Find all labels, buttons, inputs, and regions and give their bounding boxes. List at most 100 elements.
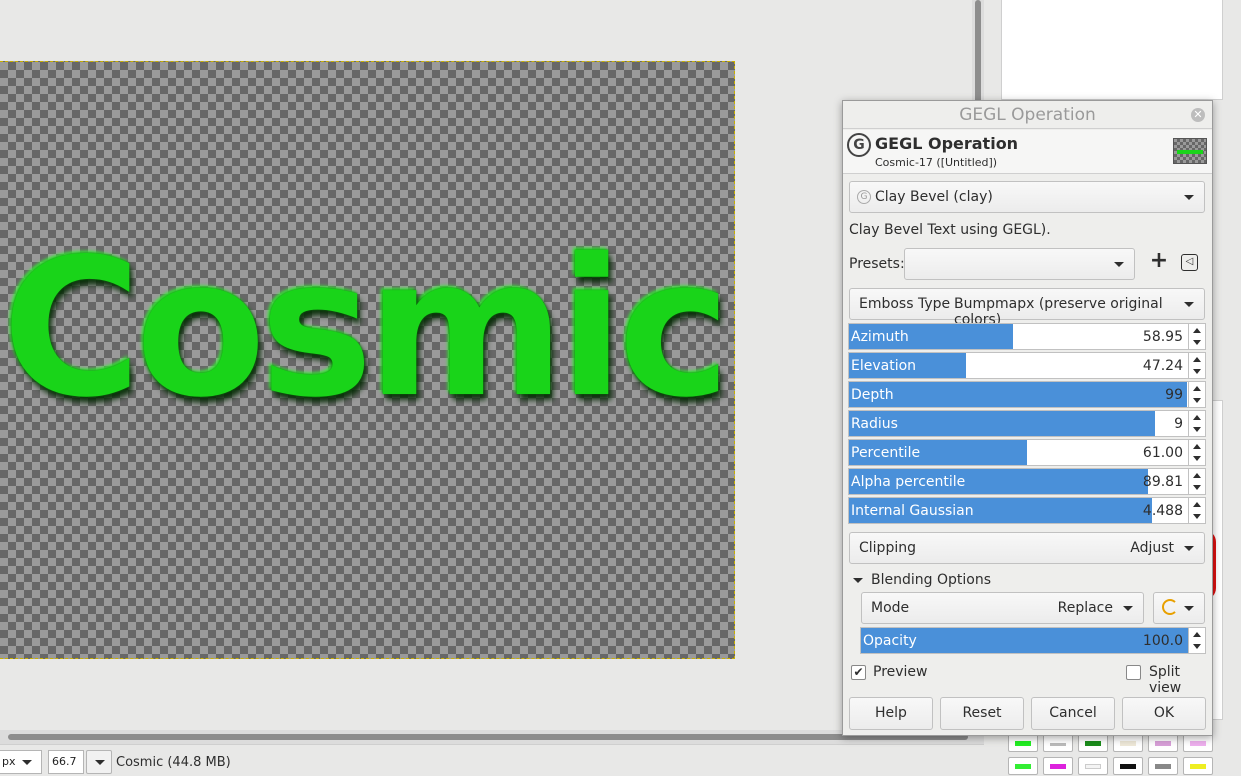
clipping-label: Clipping (859, 540, 916, 556)
help-button[interactable]: Help (849, 697, 933, 730)
param-spinscale-elevation[interactable]: Elevation 47.24 (848, 352, 1206, 379)
opacity-label: Opacity (863, 633, 917, 649)
param-spinscale-alpha-percentile[interactable]: Alpha percentile 89.81 (848, 468, 1206, 495)
opacity-value: 100.0 (1142, 633, 1183, 649)
composite-mode-button[interactable] (1153, 592, 1205, 624)
dialog-titlebar[interactable]: GEGL Operation ✕ (843, 101, 1212, 129)
chevron-down-icon (1184, 195, 1194, 200)
preview-label: Preview (873, 664, 928, 680)
zoom-dropdown-button[interactable] (86, 750, 112, 774)
param-spinscale-internal-gaussian[interactable]: Internal Gaussian 4.488 (848, 497, 1206, 524)
clipping-value: Adjust (1130, 540, 1174, 556)
emboss-type-label: Emboss Type (859, 296, 951, 312)
blending-options-label: Blending Options (871, 572, 991, 588)
clipping-select[interactable]: Clipping Adjust (849, 532, 1205, 564)
brush-swatch[interactable] (1043, 757, 1073, 775)
param-value: 89.81 (1142, 474, 1183, 490)
dialog-header: G GEGL Operation Cosmic-17 ([Untitled]) (843, 130, 1212, 174)
reset-button[interactable]: Reset (940, 697, 1024, 730)
brush-swatch[interactable] (1008, 734, 1038, 752)
param-value: 4.488 (1142, 503, 1183, 519)
param-label: Radius (851, 416, 898, 432)
blending-options-expander[interactable]: Blending Options (853, 572, 991, 588)
brush-swatch[interactable] (1183, 757, 1213, 775)
blend-mode-value: Replace (1057, 600, 1113, 616)
brush-swatch[interactable] (1078, 757, 1108, 775)
param-label: Percentile (851, 445, 921, 461)
add-preset-icon[interactable]: + (1148, 250, 1170, 273)
param-value: 58.95 (1142, 329, 1183, 345)
ok-button[interactable]: OK (1122, 697, 1206, 730)
param-label: Depth (851, 387, 894, 403)
param-value: 9 (1174, 416, 1183, 432)
param-stepper[interactable] (1188, 353, 1205, 378)
image-canvas[interactable]: Cosmic (0, 61, 735, 659)
brush-swatch[interactable] (1183, 734, 1213, 752)
composite-icon (1162, 599, 1178, 615)
blend-mode-select[interactable]: Mode Replace (861, 592, 1144, 624)
param-spinscale-azimuth[interactable]: Azimuth 58.95 (848, 323, 1206, 350)
presets-select[interactable] (904, 248, 1135, 280)
split-view-label: Split view (1149, 664, 1182, 696)
opacity-spinscale[interactable]: Opacity 100.0 (860, 627, 1206, 654)
manage-presets-icon[interactable]: ◁ (1181, 254, 1198, 271)
unit-select[interactable]: px (0, 750, 42, 774)
zoom-field[interactable]: 66.7 % (48, 750, 84, 774)
operation-description: Clay Bevel Text using GEGL). (849, 222, 1051, 238)
chevron-down-icon (1123, 606, 1133, 611)
cancel-button[interactable]: Cancel (1031, 697, 1115, 730)
dock-panel-top (1001, 0, 1223, 100)
param-spinscale-depth[interactable]: Depth 99 (848, 381, 1206, 408)
brush-swatch[interactable] (1078, 734, 1108, 752)
zoom-value: 66.7 % (52, 755, 77, 768)
blend-mode-label: Mode (871, 600, 910, 616)
horizontal-scrollbar[interactable] (0, 730, 972, 744)
brush-swatch[interactable] (1148, 734, 1178, 752)
param-stepper[interactable] (1188, 382, 1205, 407)
image-info-label: Cosmic (44.8 MB) (116, 755, 231, 770)
dialog-header-title: GEGL Operation (875, 134, 1019, 153)
scrollbar-thumb[interactable] (8, 734, 968, 740)
param-fill (849, 382, 1188, 407)
chevron-down-icon (22, 760, 32, 765)
operation-select[interactable]: G Clay Bevel (clay) (849, 181, 1205, 213)
brush-swatch[interactable] (1113, 734, 1143, 752)
gegl-operation-dialog: GEGL Operation ✕ G GEGL Operation Cosmic… (842, 100, 1213, 736)
chevron-down-icon (1184, 302, 1194, 307)
brush-swatch[interactable] (1043, 734, 1073, 752)
param-value: 61.00 (1142, 445, 1183, 461)
unit-value: px (2, 755, 16, 768)
expander-arrow-icon (853, 577, 863, 583)
status-bar: px 66.7 % Cosmic (44.8 MB) (0, 744, 992, 776)
brush-swatch[interactable] (1113, 757, 1143, 775)
chevron-down-icon (1114, 262, 1124, 267)
brush-swatch[interactable] (1148, 757, 1178, 775)
param-label: Internal Gaussian (851, 503, 974, 519)
gegl-operation-icon: G (857, 190, 871, 204)
image-canvas-area[interactable]: Cosmic (0, 0, 972, 744)
param-stepper[interactable] (1188, 498, 1205, 523)
param-stepper[interactable] (1188, 411, 1205, 436)
operation-value: Clay Bevel (clay) (875, 189, 993, 205)
param-value: 99 (1165, 387, 1183, 403)
param-spinscale-radius[interactable]: Radius 9 (848, 410, 1206, 437)
canvas-text-layer: Cosmic (2, 218, 731, 439)
param-value: 47.24 (1142, 358, 1183, 374)
param-stepper[interactable] (1188, 469, 1205, 494)
param-stepper[interactable] (1188, 440, 1205, 465)
chevron-down-icon (95, 760, 105, 765)
layer-thumbnail (1173, 138, 1207, 164)
presets-label: Presets: (849, 256, 905, 272)
close-icon[interactable]: ✕ (1191, 108, 1205, 122)
checkmark-icon: ✔ (853, 665, 864, 679)
split-view-checkbox[interactable] (1126, 665, 1141, 680)
dialog-window-title: GEGL Operation (959, 105, 1096, 125)
brush-swatch[interactable] (1008, 757, 1038, 775)
param-stepper[interactable] (1188, 324, 1205, 349)
param-spinscale-percentile[interactable]: Percentile 61.00 (848, 439, 1206, 466)
preview-checkbox[interactable]: ✔ (851, 665, 866, 680)
emboss-type-select[interactable]: Emboss Type Bumpmapx (preserve original … (849, 288, 1205, 328)
gegl-logo-icon: G (847, 133, 871, 157)
opacity-stepper[interactable] (1188, 628, 1205, 653)
param-label: Elevation (851, 358, 917, 374)
